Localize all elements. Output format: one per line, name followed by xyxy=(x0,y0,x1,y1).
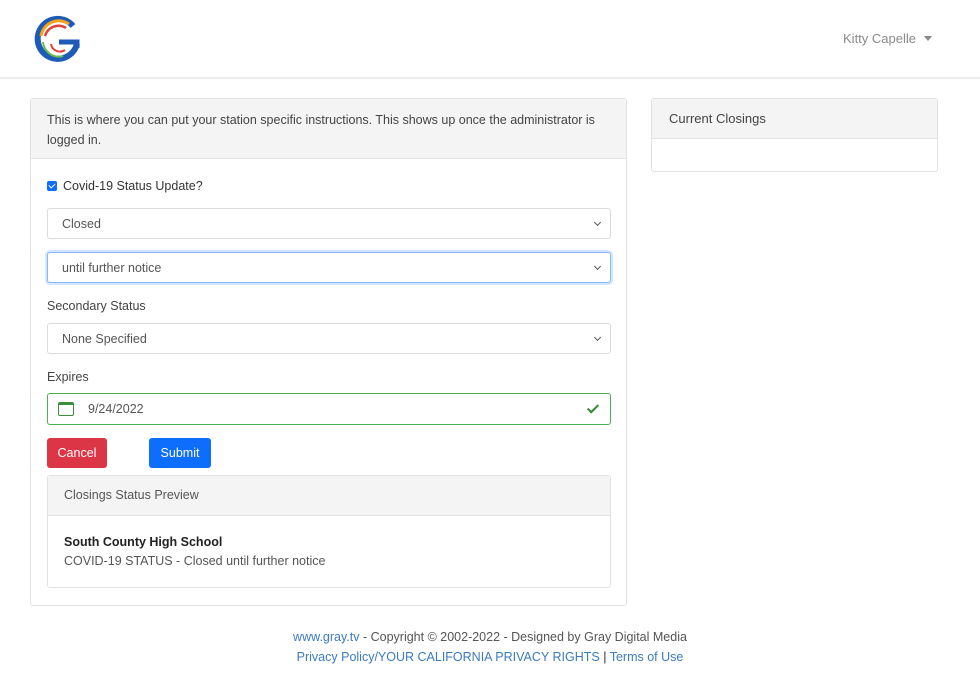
duration-select-value: until further notice xyxy=(62,260,162,275)
current-closings-card: Current Closings xyxy=(651,98,938,172)
secondary-status-label: Secondary Status xyxy=(47,299,146,313)
submit-button[interactable]: Submit xyxy=(149,438,211,468)
gray-logo-icon[interactable] xyxy=(33,14,83,64)
gray-tv-link[interactable]: www.gray.tv xyxy=(293,630,359,644)
chevron-down-icon xyxy=(593,262,602,270)
covid-status-label: Covid-19 Status Update? xyxy=(63,179,203,193)
covid-status-checkbox-row[interactable]: Covid-19 Status Update? xyxy=(47,179,203,193)
preview-body: South County High School COVID-19 STATUS… xyxy=(48,516,610,588)
calendar-icon[interactable] xyxy=(58,402,74,416)
user-name: Kitty Capelle xyxy=(843,31,916,46)
terms-of-use-link[interactable]: Terms of Use xyxy=(610,650,684,664)
checkmark-icon xyxy=(586,400,600,414)
caret-down-icon xyxy=(924,36,932,41)
station-instructions: This is where you can put your station s… xyxy=(31,99,626,159)
preview-header: Closings Status Preview xyxy=(48,476,610,516)
status-select[interactable]: Closed xyxy=(47,208,611,239)
chevron-down-icon xyxy=(593,218,602,226)
preview-status-line: COVID-19 STATUS - Closed until further n… xyxy=(64,554,326,568)
secondary-status-value: None Specified xyxy=(62,331,147,346)
secondary-status-select[interactable]: None Specified xyxy=(47,323,611,354)
duration-select[interactable]: until further notice xyxy=(47,252,611,283)
chevron-down-icon xyxy=(593,333,602,341)
closing-form-card: This is where you can put your station s… xyxy=(30,98,627,606)
user-menu-dropdown[interactable]: Kitty Capelle xyxy=(843,31,932,46)
current-closings-header: Current Closings xyxy=(652,99,937,139)
expires-label: Expires xyxy=(47,370,89,384)
privacy-policy-link[interactable]: Privacy Policy/YOUR CALIFORNIA PRIVACY R… xyxy=(297,650,600,664)
copyright-text: - Copyright © 2002-2022 - Designed by Gr… xyxy=(359,630,687,644)
cancel-button[interactable]: Cancel xyxy=(47,438,107,468)
footer-separator: | xyxy=(599,650,610,664)
top-navbar: Kitty Capelle xyxy=(0,0,980,79)
preview-school-name: South County High School xyxy=(64,535,223,549)
covid-status-checkbox[interactable] xyxy=(47,181,57,191)
closings-status-preview: Closings Status Preview South County Hig… xyxy=(47,475,611,588)
expires-date-value: 9/24/2022 xyxy=(88,402,144,416)
expires-date-input[interactable]: 9/24/2022 xyxy=(47,393,611,425)
status-select-value: Closed xyxy=(62,216,101,231)
footer: www.gray.tv - Copyright © 2002-2022 - De… xyxy=(0,627,980,667)
